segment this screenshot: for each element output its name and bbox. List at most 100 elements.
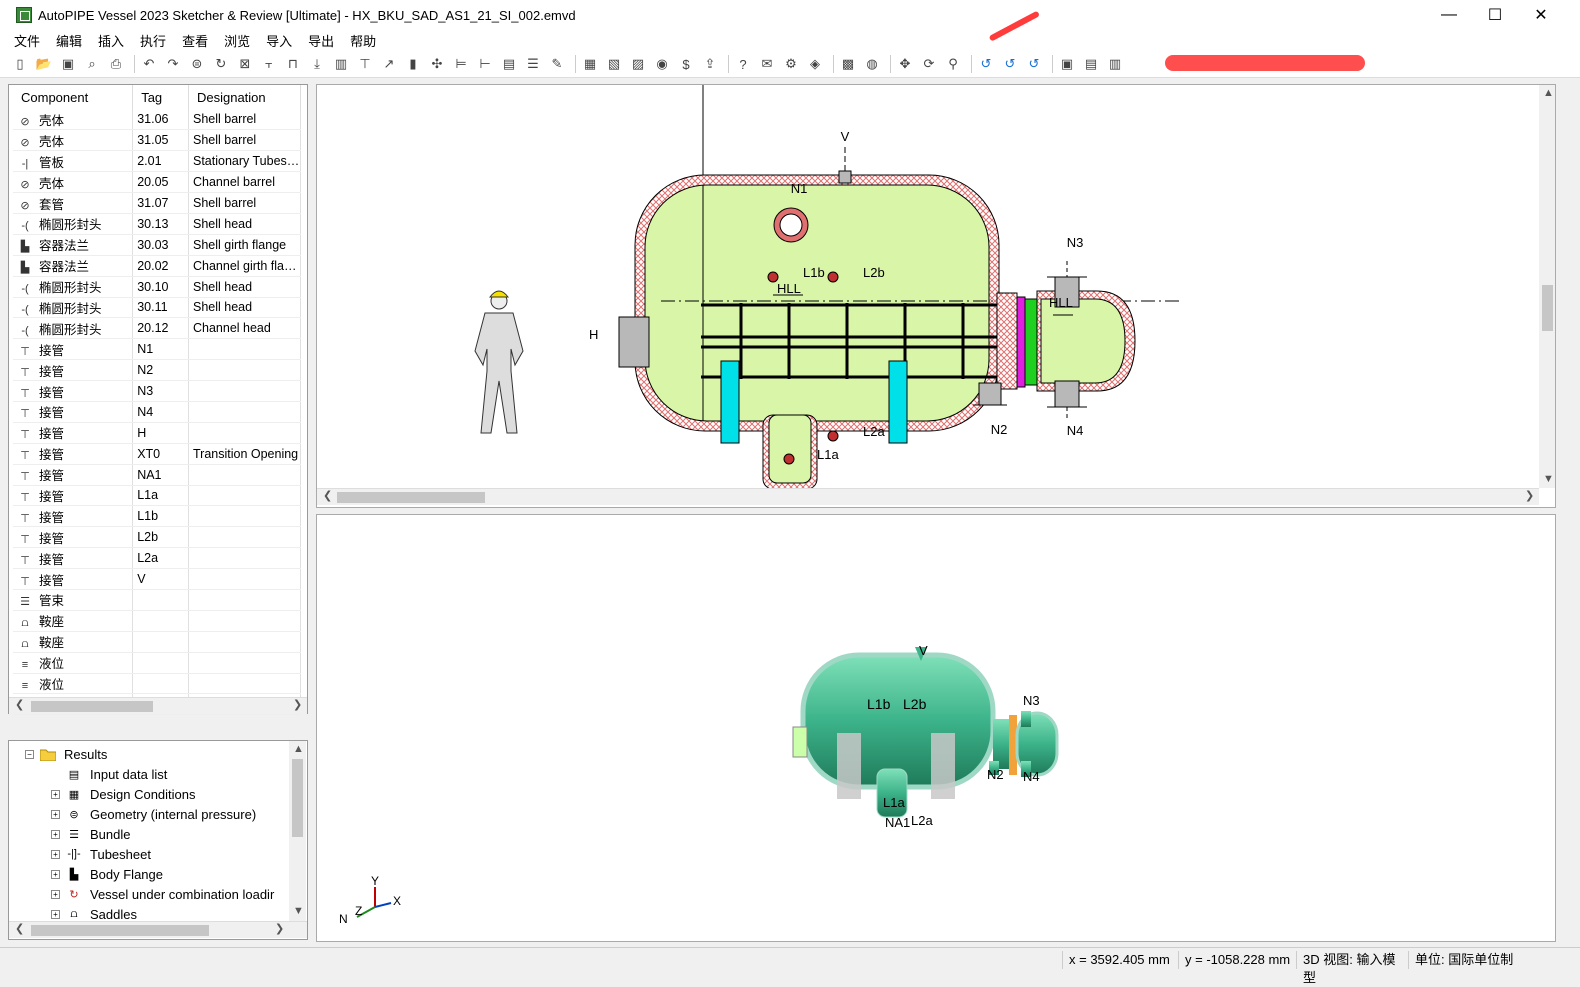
- tree-item[interactable]: + ↻ Vessel under combination loadir: [51, 884, 274, 904]
- rot-x-icon[interactable]: ↺: [976, 54, 996, 74]
- component-row[interactable]: ⩍ 鞍座: [13, 610, 302, 632]
- scroll-thumb[interactable]: [31, 925, 209, 936]
- table-icon[interactable]: ▤: [499, 54, 519, 74]
- component-row[interactable]: ⊤ 接管 L2b: [13, 526, 302, 549]
- tree-hscrollbar[interactable]: ❮ ❯: [9, 921, 307, 938]
- rot-y-icon[interactable]: ↺: [1000, 54, 1020, 74]
- list-icon[interactable]: ☰: [523, 54, 543, 74]
- tree-icon[interactable]: ⊢: [475, 54, 495, 74]
- menu-view[interactable]: 查看: [174, 31, 216, 50]
- globe-icon[interactable]: ◍: [862, 54, 882, 74]
- component-row[interactable]: -(椭圆形封头 30.11 Shell head: [13, 297, 302, 319]
- scroll-right-arrow[interactable]: ❯: [1525, 489, 1534, 502]
- column-header-tag[interactable]: Tag: [132, 85, 189, 109]
- menu-execute[interactable]: 执行: [132, 31, 174, 50]
- component-row[interactable]: ⊤ 接管 N4: [13, 401, 302, 423]
- column-header-designation[interactable]: Designation: [188, 85, 302, 109]
- hline-icon[interactable]: ⫟: [259, 54, 279, 74]
- sketch-vscrollbar[interactable]: ▲ ▼: [1539, 85, 1555, 488]
- scroll-thumb[interactable]: [31, 701, 153, 712]
- tree-item[interactable]: ▤ Input data list: [51, 764, 168, 784]
- view2-icon[interactable]: ▤: [1081, 54, 1101, 74]
- menu-import[interactable]: 导入: [258, 31, 300, 50]
- component-row[interactable]: ≡ 液位: [13, 673, 302, 695]
- redo-icon[interactable]: ↷: [163, 54, 183, 74]
- component-row[interactable]: ⊘ 壳体 31.06 Shell barrel: [13, 109, 302, 131]
- component-row[interactable]: ⊘ 壳体 20.05 Channel barrel: [13, 171, 302, 194]
- scroll-down-arrow[interactable]: ▼: [1543, 473, 1554, 485]
- tree-item[interactable]: + ▙ Body Flange: [51, 864, 163, 884]
- maximize-button[interactable]: ☐: [1472, 0, 1518, 30]
- scroll-down-arrow[interactable]: ▼: [293, 905, 304, 917]
- component-row[interactable]: ⊤ 接管 L2a: [13, 547, 302, 570]
- dollar-icon[interactable]: $: [676, 54, 696, 74]
- insert-icon[interactable]: ⤓: [307, 54, 327, 74]
- model-view-3d[interactable]: V L1b L2b N3 N2 N4 L1a NA1 L2a Y X Z N: [316, 514, 1556, 942]
- nozzle-icon[interactable]: ⊤: [355, 54, 375, 74]
- component-row[interactable]: ⊤ 接管 V: [13, 568, 302, 590]
- component-row[interactable]: ⊘ 壳体 31.05 Shell barrel: [13, 129, 302, 152]
- help-icon[interactable]: ?: [733, 54, 753, 74]
- close-button[interactable]: ✕: [1518, 0, 1564, 30]
- component-row[interactable]: ⊤ 接管 N1: [13, 338, 302, 361]
- component-row[interactable]: -(椭圆形封头 30.10 Shell head: [13, 276, 302, 298]
- menu-browse[interactable]: 浏览: [216, 31, 258, 50]
- refresh-icon[interactable]: ⟳: [919, 54, 939, 74]
- tree-item[interactable]: + -|]- Tubesheet: [51, 844, 151, 864]
- component-row[interactable]: ⊤ 接管 NA1: [13, 464, 302, 486]
- component-row[interactable]: -(椭圆形封头 20.12 Channel head: [13, 317, 302, 340]
- page-icon[interactable]: ▨: [628, 54, 648, 74]
- settings-icon[interactable]: ⚙: [781, 54, 801, 74]
- tree-item[interactable]: + ⊜ Geometry (internal pressure): [51, 804, 256, 824]
- scroll-right-arrow[interactable]: ❯: [275, 922, 284, 935]
- component-row[interactable]: ⊤ 接管 L1a: [13, 485, 302, 507]
- component-row[interactable]: ⊘ 套管 31.07 Shell barrel: [13, 192, 302, 214]
- cross-icon[interactable]: ✣: [427, 54, 447, 74]
- new-icon[interactable]: ▯: [10, 54, 30, 74]
- tree-item[interactable]: + ▦ Design Conditions: [51, 784, 196, 804]
- tree-item[interactable]: + ☰ Bundle: [51, 824, 130, 844]
- expand-icon[interactable]: +: [51, 789, 60, 799]
- box-icon[interactable]: ⊠: [235, 54, 255, 74]
- arrow-icon[interactable]: ↗: [379, 54, 399, 74]
- component-row[interactable]: ⊤ 接管 N3: [13, 380, 302, 402]
- component-row[interactable]: ▙ 容器法兰 20.02 Channel girth flange: [13, 255, 302, 277]
- expand-icon[interactable]: +: [51, 889, 60, 899]
- expand-icon[interactable]: +: [51, 829, 60, 839]
- view3-icon[interactable]: ▥: [1105, 54, 1125, 74]
- sketch-hscrollbar[interactable]: ❮ ❯: [317, 488, 1539, 505]
- component-row[interactable]: ☰ 管束: [13, 589, 302, 611]
- view1-icon[interactable]: ▣: [1057, 54, 1077, 74]
- vessel-sketch[interactable]: V N1 L1b L2b HLL HLL H N3 N4 N2 L2a L1a: [317, 85, 1556, 508]
- sketch-view-2d[interactable]: V N1 L1b L2b HLL HLL H N3 N4 N2 L2a L1a …: [316, 84, 1556, 508]
- scroll-thumb[interactable]: [292, 759, 303, 837]
- vessel-3d-model[interactable]: V L1b L2b N3 N2 N4 L1a NA1 L2a Y X Z N: [317, 515, 1556, 942]
- component-row[interactable]: ⊤ 接管 XT0 Transition Opening: [13, 443, 302, 465]
- scroll-thumb[interactable]: [1542, 285, 1553, 331]
- flange-icon[interactable]: ▮: [403, 54, 423, 74]
- menu-help[interactable]: 帮助: [342, 31, 384, 50]
- undo-icon[interactable]: ↶: [139, 54, 159, 74]
- edit-icon[interactable]: ✎: [547, 54, 567, 74]
- component-row[interactable]: ▙ 容器法兰 30.03 Shell girth flange: [13, 234, 302, 256]
- tree-root-results[interactable]: − Results: [25, 744, 107, 764]
- calc-icon[interactable]: ▦: [580, 54, 600, 74]
- expand-icon[interactable]: +: [51, 809, 60, 819]
- component-row[interactable]: ⊤ 接管 N2: [13, 359, 302, 382]
- preview-icon[interactable]: ⌕: [82, 54, 102, 74]
- rotate-icon[interactable]: ↻: [211, 54, 231, 74]
- component-list-hscrollbar[interactable]: ❮ ❯: [9, 697, 307, 714]
- mail-icon[interactable]: ✉: [757, 54, 777, 74]
- bundle-icon[interactable]: ▥: [331, 54, 351, 74]
- print-icon[interactable]: ⎙: [106, 54, 126, 74]
- rot-z-icon[interactable]: ↺: [1024, 54, 1044, 74]
- component-row[interactable]: ⊤ 接管 L1b: [13, 505, 302, 528]
- layers-icon[interactable]: ◈: [805, 54, 825, 74]
- component-row[interactable]: ⩍ 鞍座: [13, 631, 302, 653]
- expand-icon[interactable]: +: [51, 909, 60, 919]
- menu-file[interactable]: 文件: [6, 31, 48, 50]
- scroll-thumb[interactable]: [337, 492, 485, 503]
- move-icon[interactable]: ✥: [895, 54, 915, 74]
- component-row[interactable]: ≡ 液位: [13, 652, 302, 674]
- report-icon[interactable]: ▧: [604, 54, 624, 74]
